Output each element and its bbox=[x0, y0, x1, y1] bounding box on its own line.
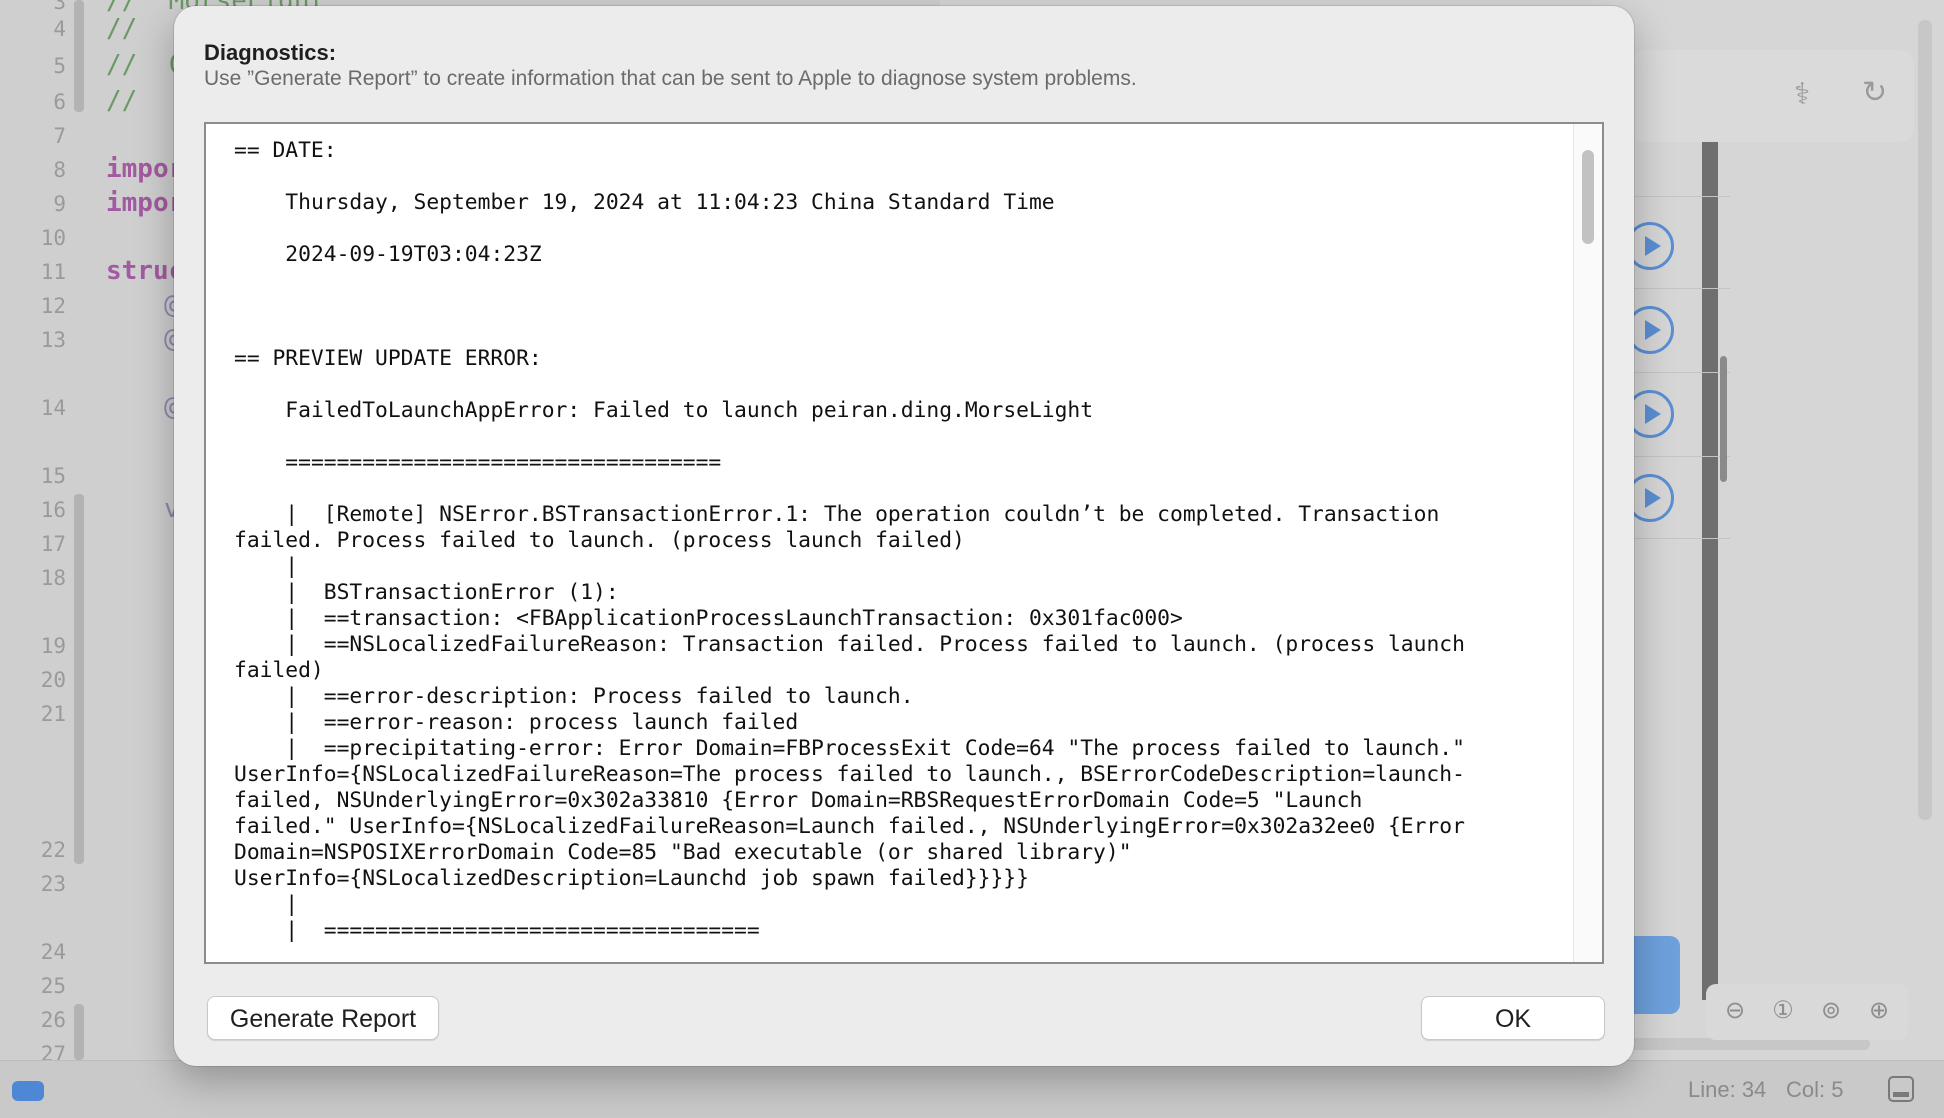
line-number: 13 bbox=[40, 328, 66, 352]
line-number: 16 bbox=[40, 498, 66, 522]
line-number: 18 bbox=[40, 566, 66, 590]
line-number: 8 bbox=[53, 158, 66, 182]
generate-report-button[interactable]: Generate Report bbox=[207, 996, 439, 1040]
stethoscope-icon[interactable]: ⚕ bbox=[1794, 80, 1810, 110]
line-number: 25 bbox=[40, 974, 66, 998]
line-number: 24 bbox=[40, 940, 66, 964]
divider bbox=[1630, 456, 1730, 457]
line-number: 4 bbox=[53, 17, 66, 41]
diagnostics-dialog: Diagnostics: Use ”Generate Report” to cr… bbox=[174, 6, 1634, 1066]
divider bbox=[1630, 538, 1730, 539]
refresh-icon[interactable]: ↻ bbox=[1862, 78, 1887, 108]
zoom-controls: ⊖ ① ⊚ ⊕ bbox=[1706, 984, 1908, 1040]
zoom-to-fit-icon[interactable]: ⊚ bbox=[1816, 996, 1846, 1026]
line-number: 22 bbox=[40, 838, 66, 862]
scrollbar[interactable] bbox=[1918, 20, 1932, 820]
line-number: 7 bbox=[53, 124, 66, 148]
line-number: 17 bbox=[40, 532, 66, 556]
dialog-title: Diagnostics: bbox=[204, 40, 337, 65]
preview-selection bbox=[1630, 936, 1680, 1014]
preview-device-edge bbox=[1702, 140, 1718, 1000]
line-indicator: Line: 34 bbox=[1688, 1077, 1767, 1102]
preview-toolbar: ⚕ ↻ bbox=[1630, 50, 1914, 142]
line-number: 21 bbox=[40, 702, 66, 726]
code-line: // bbox=[106, 86, 138, 116]
panel-toggle-icon[interactable] bbox=[1888, 1076, 1914, 1102]
line-number: 26 bbox=[40, 1008, 66, 1032]
ok-button[interactable]: OK bbox=[1421, 996, 1605, 1040]
code-line: // bbox=[106, 14, 138, 44]
breakpoint-toggle-icon[interactable] bbox=[12, 1081, 44, 1101]
zoom-actual-size-icon[interactable]: ① bbox=[1768, 996, 1798, 1026]
report-content[interactable]: == DATE: Thursday, September 19, 2024 at… bbox=[234, 138, 1544, 944]
change-indicator bbox=[74, 0, 84, 112]
line-number: 5 bbox=[53, 54, 66, 78]
scrollbar-thumb[interactable] bbox=[1582, 150, 1594, 244]
line-number: 20 bbox=[40, 668, 66, 692]
scrollbar[interactable] bbox=[1720, 356, 1727, 482]
dialog-subtitle: Use ”Generate Report” to create informat… bbox=[204, 67, 1137, 90]
line-number: 9 bbox=[53, 192, 66, 216]
code-line: impor bbox=[106, 154, 185, 184]
line-number: 12 bbox=[40, 294, 66, 318]
line-number: 3 bbox=[53, 0, 66, 14]
change-indicator bbox=[74, 494, 84, 864]
line-number: 23 bbox=[40, 872, 66, 896]
report-text-area[interactable]: == DATE: Thursday, September 19, 2024 at… bbox=[204, 122, 1604, 964]
line-number: 11 bbox=[40, 260, 66, 284]
line-number: 15 bbox=[40, 464, 66, 488]
code-line: // C bbox=[106, 50, 185, 80]
zoom-out-icon[interactable]: ⊖ bbox=[1720, 996, 1750, 1026]
change-indicator bbox=[74, 1004, 84, 1060]
code-line: struc bbox=[106, 256, 185, 286]
report-scrollbar[interactable] bbox=[1573, 124, 1602, 962]
divider bbox=[1630, 372, 1730, 373]
line-number: 10 bbox=[40, 226, 66, 250]
zoom-in-icon[interactable]: ⊕ bbox=[1864, 996, 1894, 1026]
divider bbox=[1630, 196, 1730, 197]
line-number: 6 bbox=[53, 90, 66, 114]
xcode-window: 3 4 5 6 7 8 9 10 11 12 13 14 15 16 17 18… bbox=[0, 0, 1944, 1118]
line-number: 27 bbox=[40, 1042, 66, 1060]
divider bbox=[1630, 288, 1730, 289]
line-number: 19 bbox=[40, 634, 66, 658]
code-line: impor bbox=[106, 188, 185, 218]
status-bar: Line: 34 Col: 5 bbox=[0, 1060, 1944, 1118]
column-indicator: Col: 5 bbox=[1786, 1077, 1844, 1102]
line-number: 14 bbox=[40, 396, 66, 420]
